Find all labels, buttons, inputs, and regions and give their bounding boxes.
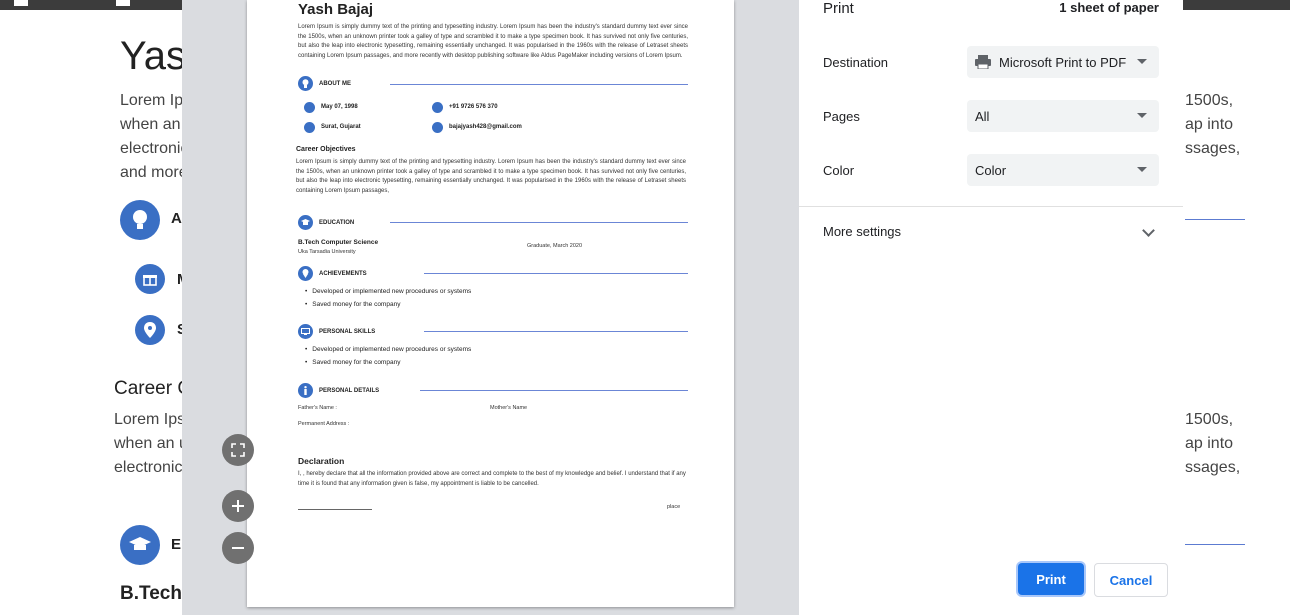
- award-icon: [298, 266, 313, 281]
- bg-career-title: Career C: [114, 378, 192, 399]
- graduation-cap-icon: [120, 525, 160, 565]
- bg-lorem-4: and more: [120, 164, 188, 181]
- location-icon: [304, 122, 315, 133]
- gift-icon: [135, 264, 165, 294]
- email-icon: [432, 122, 443, 133]
- lightbulb-icon: [298, 76, 313, 91]
- preview-page: Yash Bajaj Lorem Ipsum is simply dummy t…: [247, 0, 734, 607]
- cancel-button[interactable]: Cancel: [1094, 563, 1168, 597]
- color-value: Color: [975, 162, 1007, 178]
- skills-rule: [424, 331, 688, 332]
- about-label: ABOUT ME: [319, 80, 351, 87]
- color-label: Color: [823, 163, 855, 178]
- bg-rule: [1185, 219, 1245, 220]
- bg-about: A: [171, 210, 182, 227]
- place-label: place: [667, 504, 681, 510]
- fit-to-page-icon: [231, 443, 245, 457]
- bg-btech: B.Tech: [120, 583, 182, 604]
- details-section-header: PERSONAL DETAILS: [298, 383, 379, 398]
- dropdown-arrow-icon: [1137, 59, 1147, 64]
- fathers-name: Father's Name :: [298, 405, 337, 411]
- achievement-item: Saved money for the company: [305, 301, 400, 308]
- resume-intro: Lorem Ipsum is simply dummy text of the …: [298, 24, 688, 59]
- details-label: PERSONAL DETAILS: [319, 387, 380, 394]
- declaration-title: Declaration: [298, 456, 345, 466]
- zoom-in-button[interactable]: [222, 490, 254, 522]
- email-value: bajajyash428@gmail.com: [449, 124, 522, 130]
- degree: B.Tech Computer Science: [298, 239, 379, 246]
- print-button[interactable]: Print: [1018, 563, 1084, 595]
- permanent-address: Permanent Address :: [298, 421, 350, 427]
- city-value: Surat, Gujarat: [321, 124, 361, 130]
- destination-select[interactable]: Microsoft Print to PDF: [967, 46, 1159, 78]
- pages-select[interactable]: All: [967, 100, 1159, 132]
- document-icon: [116, 0, 130, 6]
- about-section-header: ABOUT ME: [298, 76, 351, 91]
- dob-value: May 07, 1998: [321, 104, 358, 110]
- skills-label: PERSONAL SKILLS: [319, 328, 376, 335]
- bg-career-3: electronic: [114, 459, 183, 476]
- phone-icon: [432, 102, 443, 113]
- achievements-section-header: ACHIEVEMENTS: [298, 266, 367, 281]
- skill-item: Developed or implemented new procedures …: [305, 346, 471, 353]
- gift-icon: [304, 102, 315, 113]
- zoom-in-icon: [232, 500, 244, 512]
- bg-career-r2: ap into: [1185, 435, 1234, 452]
- zoom-out-icon: [232, 547, 244, 549]
- bg-lorem-r2: ap into: [1185, 116, 1234, 133]
- bg-edu: E: [171, 536, 182, 553]
- education-rule: [390, 222, 688, 223]
- achievements-label: ACHIEVEMENTS: [319, 270, 367, 277]
- signature-line: [298, 509, 372, 510]
- color-select[interactable]: Color: [967, 154, 1159, 186]
- destination-label: Destination: [823, 55, 889, 70]
- skills-section-header: PERSONAL SKILLS: [298, 324, 375, 339]
- phone-value: +91 9726 576 370: [449, 104, 498, 110]
- sheet-count: 1 sheet of paper: [1059, 0, 1159, 15]
- bg-lorem-2: when an: [120, 116, 181, 133]
- graduation: Graduate, March 2020: [527, 243, 583, 249]
- education-section-header: EDUCATION: [298, 215, 354, 230]
- skill-item: Saved money for the company: [305, 359, 400, 366]
- location-icon: [135, 315, 165, 345]
- bg-career-r3: ssages,: [1185, 459, 1241, 476]
- university: Uka Tarsadia University: [298, 249, 356, 255]
- info-icon: [298, 383, 313, 398]
- zoom-out-button[interactable]: [222, 532, 254, 564]
- career-title: Career Objectives: [296, 146, 356, 153]
- dropdown-arrow-icon: [1137, 167, 1147, 172]
- achievement-item: Developed or implemented new procedures …: [305, 288, 471, 295]
- education-label: EDUCATION: [319, 219, 355, 226]
- dropdown-arrow-icon: [1137, 113, 1147, 118]
- mothers-name: Mother's Name: [490, 405, 528, 411]
- career-text: Lorem Ipsum is simply dummy text of the …: [296, 159, 686, 194]
- monitor-icon: [298, 324, 313, 339]
- bg-lorem-r3: ssages,: [1185, 140, 1241, 157]
- bg-rule-2: [1185, 544, 1245, 545]
- graduation-cap-icon: [298, 215, 313, 230]
- divider: [799, 206, 1183, 207]
- printer-icon: [975, 55, 991, 69]
- lightbulb-icon: [120, 200, 160, 240]
- bg-career-r1: 1500s,: [1185, 411, 1234, 428]
- pages-value: All: [975, 108, 990, 124]
- print-title: Print: [823, 0, 854, 17]
- bg-lorem-3: electronic: [120, 140, 189, 157]
- more-settings-toggle[interactable]: More settings: [823, 224, 901, 239]
- menu-icon: [14, 0, 28, 6]
- print-settings-panel: Print 1 sheet of paper Destination Micro…: [799, 0, 1183, 615]
- pages-label: Pages: [823, 109, 860, 124]
- resume-name: Yash Bajaj: [298, 1, 374, 18]
- details-rule: [420, 390, 688, 391]
- declaration-text: I, , hereby declare that all the informa…: [298, 471, 686, 487]
- fit-to-page-button[interactable]: [222, 434, 254, 466]
- bg-lorem-r1: 1500s,: [1185, 92, 1234, 109]
- destination-value: Microsoft Print to PDF: [999, 54, 1127, 70]
- bg-career-2: when an u: [114, 435, 188, 452]
- about-rule: [390, 84, 688, 85]
- chevron-down-icon[interactable]: [1142, 224, 1155, 237]
- achievements-rule: [424, 273, 688, 274]
